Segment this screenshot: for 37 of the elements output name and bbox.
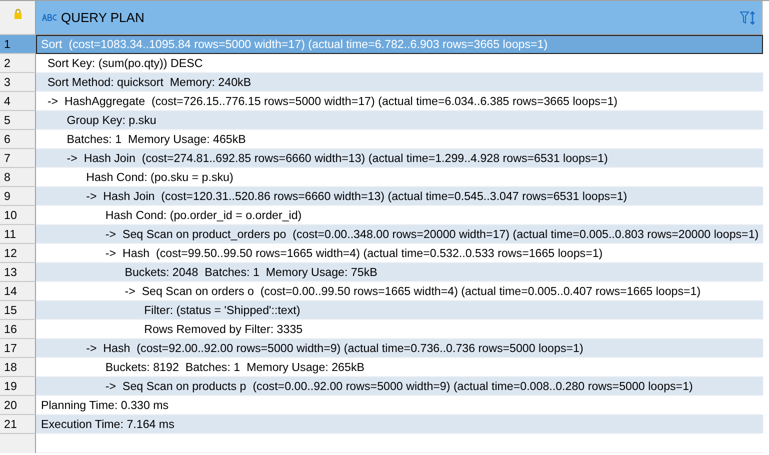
row-number[interactable]: 18 bbox=[0, 358, 36, 377]
row-number[interactable]: 11 bbox=[0, 225, 36, 244]
row-number[interactable]: 7 bbox=[0, 149, 36, 168]
filter-sort-icon[interactable] bbox=[740, 10, 756, 24]
table-cell: Buckets: 2048 Batches: 1 Memory Usage: 75kB bbox=[36, 263, 763, 282]
row-number[interactable]: 17 bbox=[0, 339, 36, 358]
table-cell: -> Hash Join (cost=120.31..520.86 rows=6660 width=13) (actual time=0.545..3.047 rows=6531 loops=1) bbox=[36, 187, 763, 206]
table-cell: -> Seq Scan on product_orders po (cost=0.00..348.00 rows=20000 width=17) (actual time=0.005..0.803 rows=20000 loops=1) bbox=[36, 225, 763, 244]
column-title: QUERY PLAN bbox=[61, 10, 146, 25]
row-number[interactable]: 20 bbox=[0, 396, 36, 415]
text-type-icon bbox=[42, 14, 57, 21]
row-number[interactable]: 21 bbox=[0, 415, 36, 434]
table-cell: Filter: (status = 'Shipped'::text) bbox=[36, 301, 763, 320]
table-cell: Sort Method: quicksort Memory: 240kB bbox=[36, 73, 763, 92]
row-number[interactable]: 6 bbox=[0, 130, 36, 149]
lock-icon bbox=[14, 9, 22, 19]
table-cell: Execution Time: 7.164 ms bbox=[36, 415, 763, 434]
row-number[interactable]: 12 bbox=[0, 244, 36, 263]
row-number[interactable]: 4 bbox=[0, 92, 36, 111]
row-number[interactable]: 5 bbox=[0, 111, 36, 130]
row-number[interactable]: 1 bbox=[0, 35, 36, 54]
row-number[interactable]: 3 bbox=[0, 73, 36, 92]
row-number[interactable]: 8 bbox=[0, 168, 36, 187]
table-cell: -> Hash Join (cost=274.81..692.85 rows=6660 width=13) (actual time=1.299..4.928 rows=6531 loops=1) bbox=[36, 149, 763, 168]
table-cell: -> Seq Scan on products p (cost=0.00..92.00 rows=5000 width=9) (actual time=0.008..0.280 rows=5000 loops=1) bbox=[36, 377, 763, 396]
row-number[interactable]: 10 bbox=[0, 206, 36, 225]
table-cell: Sort (cost=1083.34..1095.84 rows=5000 width=17) (actual time=6.782..6.903 rows=3665 loops=1) bbox=[36, 35, 763, 54]
column-header[interactable]: QUERY PLAN bbox=[36, 1, 763, 35]
row-number[interactable]: 13 bbox=[0, 263, 36, 282]
row-number[interactable]: 14 bbox=[0, 282, 36, 301]
row-number[interactable]: 16 bbox=[0, 320, 36, 339]
row-number[interactable]: 19 bbox=[0, 377, 36, 396]
row-number[interactable]: 9 bbox=[0, 187, 36, 206]
table-cell: -> Hash (cost=92.00..92.00 rows=5000 width=9) (actual time=0.736..0.736 rows=5000 loops=1) bbox=[36, 339, 763, 358]
row-number[interactable]: 2 bbox=[0, 54, 36, 73]
table-cell: Group Key: p.sku bbox=[36, 111, 763, 130]
row-number[interactable]: 15 bbox=[0, 301, 36, 320]
